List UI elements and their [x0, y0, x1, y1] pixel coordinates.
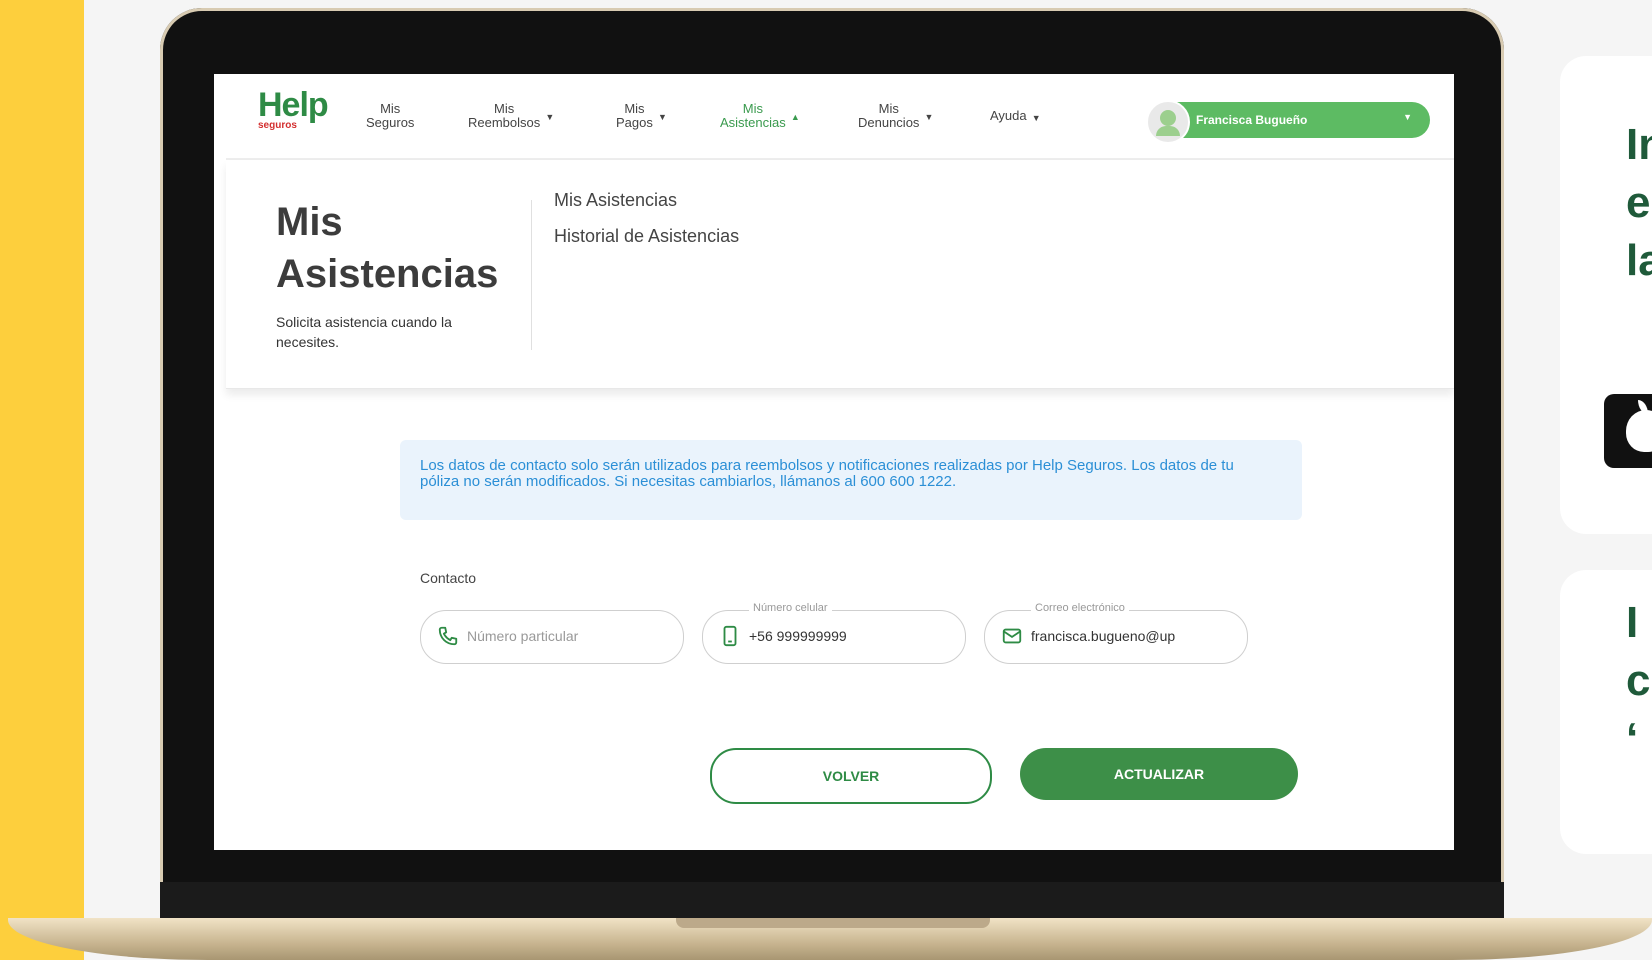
- nav-label-top: Ayuda: [990, 108, 1027, 123]
- nav-ayuda[interactable]: Ayuda ▼: [990, 108, 1041, 124]
- nav-label-bottom: Asistencias: [720, 115, 786, 130]
- link-historial-asistencias[interactable]: Historial de Asistencias: [554, 226, 739, 247]
- email-field-label: Correo electrónico: [1031, 602, 1129, 614]
- page-title-line-1: Mis: [276, 200, 343, 244]
- landline-field[interactable]: Número particular: [420, 610, 684, 664]
- promo-text-line-4: I: [1626, 598, 1639, 647]
- chevron-down-icon: ▼: [657, 112, 667, 122]
- laptop-notch: [676, 918, 990, 928]
- nav-label-bottom: Denuncios: [858, 115, 920, 130]
- link-mis-asistencias[interactable]: Mis Asistencias: [554, 190, 677, 211]
- promo-card-top: In e la: [1560, 56, 1652, 534]
- logo-wordmark: Help: [258, 86, 329, 124]
- mobile-icon: [723, 625, 737, 647]
- page-header: Mis Asistencias Solicita asistencia cuan…: [226, 160, 1454, 389]
- header-divider: [531, 200, 532, 350]
- help-seguros-logo[interactable]: Help seguros: [258, 86, 329, 131]
- phone-icon: [438, 626, 458, 646]
- promo-text-line-1: In: [1626, 120, 1652, 169]
- promo-text-line-3: la: [1626, 236, 1652, 285]
- page-description: Solicita asistencia cuando la necesites.: [276, 314, 452, 350]
- user-name: Francisca Bugueño: [1196, 113, 1308, 127]
- landline-input[interactable]: Número particular: [467, 628, 667, 644]
- mobile-field[interactable]: Número celular +56 999999999: [702, 602, 966, 664]
- nav-mis-denuncios[interactable]: Mis Denuncios ▼: [858, 101, 933, 130]
- contact-section-label: Contacto: [420, 570, 477, 586]
- page-title: Mis Asistencias: [276, 196, 516, 300]
- nav-mis-seguros[interactable]: Mis Seguros: [366, 102, 414, 130]
- info-notice: Los datos de contacto solo serán utiliza…: [400, 440, 1302, 520]
- update-button[interactable]: ACTUALIZAR: [1020, 748, 1298, 800]
- nav-mis-asistencias[interactable]: Mis Asistencias ▲: [720, 101, 800, 130]
- nav-label-bottom: Seguros: [366, 115, 415, 130]
- nav-label-top: Mis: [742, 101, 763, 116]
- top-navigation: Help seguros Mis Seguros Mis Reembolsos …: [226, 74, 1454, 160]
- nav-mis-reembolsos[interactable]: Mis Reembolsos ▼: [468, 101, 554, 130]
- promo-text-line-2: e: [1626, 178, 1651, 227]
- nav-label-top: Mis: [380, 101, 401, 116]
- promo-card-bottom: I c ‘: [1560, 570, 1652, 854]
- mobile-input[interactable]: +56 999999999: [749, 628, 949, 644]
- chevron-up-icon: ▲: [790, 112, 800, 122]
- promo-text-line-6: ‘: [1626, 714, 1639, 763]
- nav-label-bottom: Pagos: [616, 115, 653, 130]
- mail-icon: [1002, 628, 1022, 644]
- yellow-accent-strip: [0, 0, 84, 960]
- nav-label-top: Mis: [624, 101, 645, 116]
- apple-icon: [1626, 410, 1652, 452]
- app-screen: Help seguros Mis Seguros Mis Reembolsos …: [214, 74, 1454, 850]
- email-field[interactable]: Correo electrónico francisca.bugueno@up: [984, 602, 1248, 664]
- email-input[interactable]: francisca.bugueno@up: [1031, 628, 1191, 644]
- chevron-down-icon: ▼: [1031, 113, 1041, 123]
- chevron-down-icon: ▼: [545, 112, 555, 122]
- page-title-line-2: Asistencias: [276, 252, 499, 296]
- back-button[interactable]: VOLVER: [710, 748, 992, 804]
- laptop-chin: [160, 882, 1504, 920]
- nav-label-top: Mis: [878, 101, 899, 116]
- promo-text-line-5: c: [1626, 656, 1651, 705]
- avatar-icon: [1146, 100, 1190, 144]
- chevron-down-icon: ▼: [924, 112, 934, 122]
- info-notice-text: Los datos de contacto solo serán utiliza…: [420, 457, 1234, 490]
- app-store-badge[interactable]: [1604, 394, 1652, 468]
- chevron-down-icon: ▼: [1403, 112, 1412, 122]
- user-menu-button[interactable]: Francisca Bugueño ▼: [1146, 100, 1430, 144]
- nav-mis-pagos[interactable]: Mis Pagos ▼: [616, 101, 667, 130]
- nav-label-bottom: Reembolsos: [468, 115, 541, 130]
- nav-label-top: Mis: [494, 101, 515, 116]
- mobile-field-label: Número celular: [749, 602, 832, 614]
